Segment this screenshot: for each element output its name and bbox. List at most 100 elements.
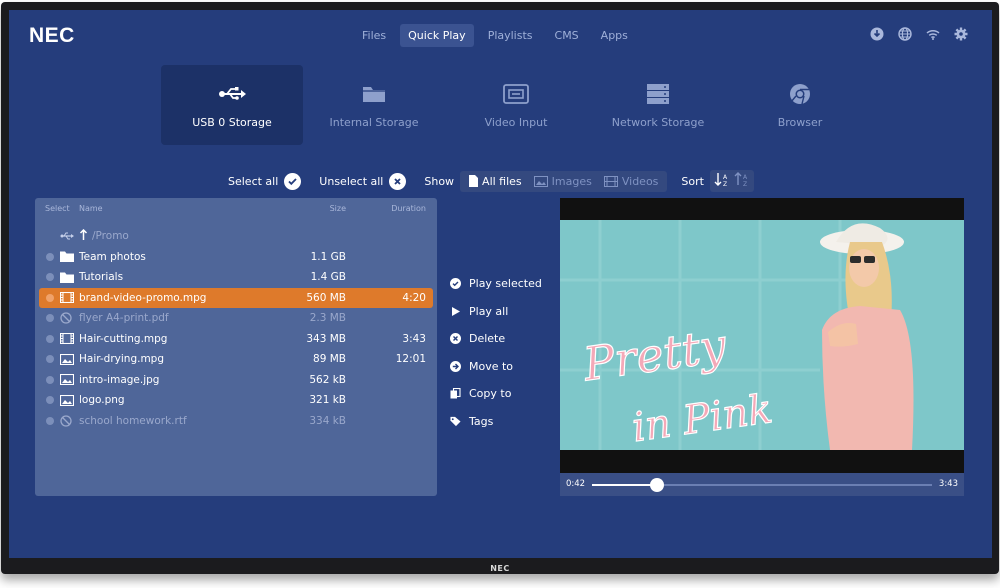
- video-frame[interactable]: Pretty in Pink: [560, 220, 964, 450]
- system-tray: [870, 26, 968, 41]
- column-header-duration[interactable]: Duration: [391, 204, 426, 213]
- source-label: Browser: [777, 115, 823, 129]
- move-to-action[interactable]: Move to: [450, 353, 542, 381]
- seek-handle[interactable]: [649, 478, 664, 492]
- tab-files[interactable]: Files: [354, 24, 394, 47]
- svg-text:A: A: [723, 174, 728, 181]
- source-label: Internal Storage: [329, 115, 419, 129]
- source-internal-storage[interactable]: Internal Storage: [303, 65, 445, 145]
- video-input-icon: [502, 82, 530, 106]
- file-size: 334 kB: [309, 414, 346, 427]
- seek-progress: [592, 484, 657, 486]
- usb-icon: [218, 82, 246, 106]
- copy-to-action[interactable]: Copy to: [450, 380, 542, 408]
- source-network-storage[interactable]: Network Storage: [587, 65, 729, 145]
- gear-icon[interactable]: [954, 26, 968, 41]
- file-name: Tutorials: [79, 271, 124, 284]
- sort-descending-icon[interactable]: AZ: [734, 172, 750, 190]
- parent-folder-icon[interactable]: [79, 228, 88, 244]
- wifi-icon[interactable]: [926, 26, 940, 40]
- play-icon: [450, 306, 461, 317]
- file-duration: 4:20: [402, 291, 426, 304]
- select-radio[interactable]: [46, 416, 54, 425]
- file-row[interactable]: Hair-cutting.mpg 343 MB 3:43: [35, 329, 437, 350]
- file-row[interactable]: Team photos 1.1 GB: [35, 247, 437, 268]
- select-radio[interactable]: [46, 355, 54, 364]
- file-row[interactable]: flyer A4-print.pdf 2.3 MB: [35, 308, 437, 329]
- file-row[interactable]: Tutorials 1.4 GB: [35, 267, 437, 288]
- tab-quick-play[interactable]: Quick Play: [400, 24, 474, 47]
- filter-all-files[interactable]: All files: [464, 173, 527, 190]
- check-circle-icon: [450, 278, 461, 290]
- tab-apps[interactable]: Apps: [593, 24, 636, 47]
- delete-action[interactable]: Delete: [450, 325, 542, 353]
- filter-segment: All files Images Videos: [460, 170, 668, 192]
- column-header-size[interactable]: Size: [330, 204, 346, 213]
- film-icon: [60, 292, 74, 304]
- tags-action[interactable]: Tags: [450, 408, 542, 436]
- select-radio[interactable]: [46, 396, 54, 405]
- file-name: flyer A4-print.pdf: [79, 312, 169, 325]
- file-size: 89 MB: [313, 353, 346, 366]
- select-radio[interactable]: [46, 334, 54, 343]
- file-name: school homework.rtf: [79, 414, 187, 427]
- path-row[interactable]: /Promo: [35, 226, 437, 247]
- sort-ascending-icon[interactable]: AZ: [714, 172, 730, 190]
- copy-icon: [450, 388, 461, 399]
- video-still-image: Pretty in Pink: [560, 220, 964, 450]
- file-name: Team photos: [79, 250, 146, 263]
- file-row[interactable]: brand-video-promo.mpg 560 MB 4:20: [39, 287, 433, 308]
- file-name: Hair-cutting.mpg: [79, 332, 168, 345]
- source-label: Network Storage: [611, 115, 705, 129]
- file-row[interactable]: intro-image.jpg 562 kB: [35, 370, 437, 391]
- sort-label: Sort: [681, 174, 704, 188]
- browser-icon: [786, 82, 814, 106]
- play-selected-action[interactable]: Play selected: [450, 270, 542, 298]
- blocked-icon: [60, 312, 74, 324]
- select-radio[interactable]: [46, 252, 54, 261]
- source-usb-storage[interactable]: USB 0 Storage: [161, 65, 303, 145]
- source-browser[interactable]: Browser: [729, 65, 871, 145]
- usb-icon: [60, 230, 74, 242]
- image-icon: [533, 175, 548, 187]
- file-name: brand-video-promo.mpg: [79, 291, 207, 304]
- download-icon[interactable]: [870, 26, 884, 41]
- file-name: intro-image.jpg: [79, 373, 160, 386]
- select-radio[interactable]: [46, 273, 54, 282]
- globe-icon[interactable]: [898, 26, 912, 41]
- source-selector: USB 0 Storage Internal Storage Video Inp…: [161, 65, 871, 145]
- play-all-action[interactable]: Play all: [450, 298, 542, 326]
- tab-playlists[interactable]: Playlists: [480, 24, 541, 47]
- file-row[interactable]: logo.png 321 kB: [35, 390, 437, 411]
- total-time: 3:43: [938, 479, 958, 489]
- film-icon: [603, 175, 618, 187]
- file-duration: 12:01: [395, 353, 426, 366]
- blocked-icon: [60, 415, 74, 427]
- sort-segment: AZ AZ: [709, 170, 754, 192]
- delete-icon: [450, 333, 461, 345]
- file-list-panel: Select Name Size Duration /Promo Team ph…: [35, 198, 437, 496]
- seek-bar[interactable]: [592, 478, 932, 492]
- film-icon: [60, 333, 74, 345]
- select-radio[interactable]: [46, 375, 54, 384]
- filter-images[interactable]: Images: [529, 173, 597, 190]
- select-radio[interactable]: [46, 293, 54, 302]
- column-header-name[interactable]: Name: [79, 204, 103, 213]
- file-size: 1.4 GB: [310, 271, 346, 284]
- source-label: Video Input: [484, 115, 548, 129]
- file-row[interactable]: school homework.rtf 334 kB: [35, 411, 437, 432]
- filter-videos[interactable]: Videos: [599, 173, 664, 190]
- tab-cms[interactable]: CMS: [547, 24, 587, 47]
- folder-icon: [60, 251, 74, 263]
- select-radio[interactable]: [46, 314, 54, 323]
- screen: NEC Files Quick Play Playlists CMS Apps …: [9, 10, 992, 558]
- unselect-all-label: Unselect all: [319, 174, 384, 188]
- svg-text:Z: Z: [723, 181, 727, 187]
- unselect-all-button[interactable]: [389, 172, 407, 190]
- file-size: 321 kB: [309, 394, 346, 407]
- source-video-input[interactable]: Video Input: [445, 65, 587, 145]
- file-size: 343 MB: [306, 332, 346, 345]
- select-all-button[interactable]: [284, 172, 302, 190]
- file-toolbar: Select all Unselect all Show All files I…: [228, 170, 754, 192]
- file-row[interactable]: Hair-drying.mpg 89 MB 12:01: [35, 349, 437, 370]
